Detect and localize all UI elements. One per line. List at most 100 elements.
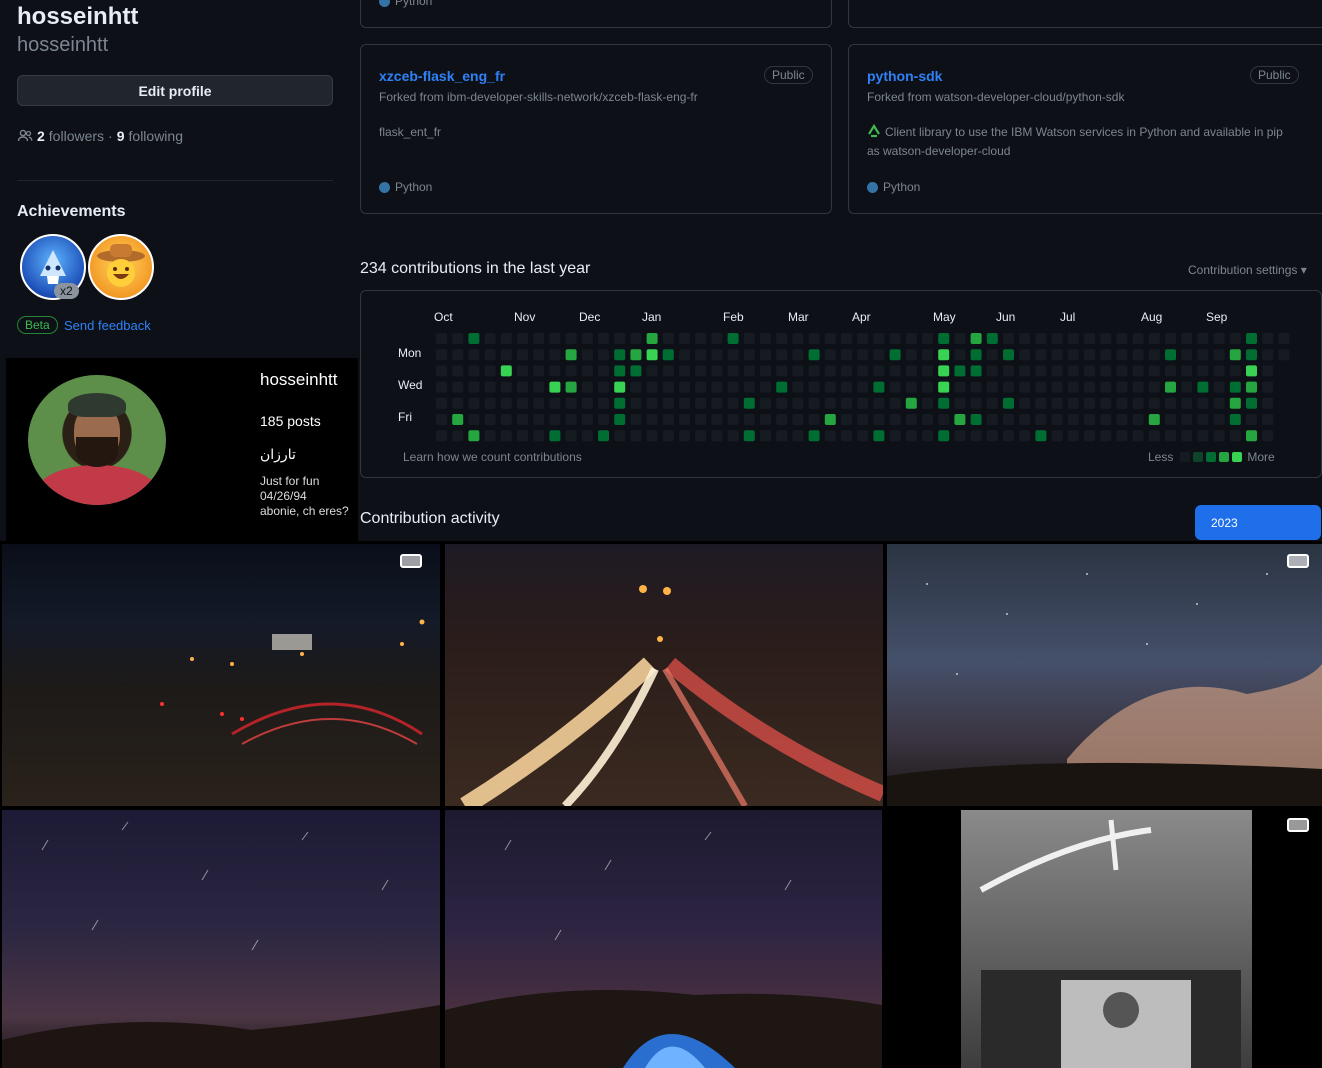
contribution-cell[interactable]: [760, 365, 771, 377]
contribution-cell[interactable]: [889, 414, 901, 425]
contribution-cell[interactable]: [1116, 414, 1128, 425]
contribution-cell[interactable]: [776, 349, 788, 361]
contribution-cell[interactable]: [1262, 333, 1274, 344]
contribution-cell[interactable]: [1262, 430, 1274, 442]
contribution-cell[interactable]: [581, 349, 593, 361]
contribution-cell[interactable]: [565, 397, 577, 409]
photo-star-trails[interactable]: [2, 810, 440, 1068]
contribution-cell[interactable]: [1213, 397, 1225, 409]
contribution-cell[interactable]: [1229, 397, 1241, 409]
contribution-cell[interactable]: [938, 414, 950, 425]
contribution-cell[interactable]: [1019, 365, 1031, 377]
contribution-cell[interactable]: [922, 430, 933, 442]
contribution-cell[interactable]: [1148, 414, 1160, 425]
contribution-cell[interactable]: [1213, 381, 1225, 393]
contribution-cell[interactable]: [581, 430, 593, 442]
contribution-cell[interactable]: [905, 430, 917, 442]
contribution-cell[interactable]: [1181, 414, 1193, 425]
contribution-cell[interactable]: [679, 349, 690, 361]
contribution-cell[interactable]: [743, 333, 755, 344]
contribution-cell[interactable]: [1197, 414, 1209, 425]
contribution-cell[interactable]: [452, 414, 464, 425]
contribution-cell[interactable]: [1019, 414, 1031, 425]
contribution-cell[interactable]: [743, 430, 755, 442]
contribution-cell[interactable]: [824, 381, 836, 393]
contribution-cell[interactable]: [1181, 349, 1193, 361]
contribution-cell[interactable]: [986, 333, 998, 344]
contribution-cell[interactable]: [1262, 414, 1274, 425]
contribution-cell[interactable]: [549, 349, 561, 361]
contribution-cell[interactable]: [954, 430, 966, 442]
contribution-cell[interactable]: [970, 430, 982, 442]
contribution-cell[interactable]: [1148, 381, 1160, 393]
contribution-cell[interactable]: [1100, 333, 1112, 344]
contribution-cell[interactable]: [1246, 430, 1257, 442]
contribution-cell[interactable]: [695, 333, 707, 344]
contribution-cell[interactable]: [760, 333, 771, 344]
contribution-cell[interactable]: [646, 397, 658, 409]
contribution-cell[interactable]: [1084, 430, 1095, 442]
contribution-cell[interactable]: [614, 414, 626, 425]
contribution-cell[interactable]: [436, 430, 447, 442]
contribution-cell[interactable]: [1084, 397, 1095, 409]
contribution-cell[interactable]: [1148, 397, 1160, 409]
contribution-cell[interactable]: [1197, 365, 1209, 377]
contribution-cell[interactable]: [986, 397, 998, 409]
contribution-cell[interactable]: [824, 333, 836, 344]
contribution-cell[interactable]: [1051, 397, 1063, 409]
contribution-cell[interactable]: [873, 430, 885, 442]
contribution-cell[interactable]: [533, 349, 545, 361]
contribution-cell[interactable]: [565, 430, 577, 442]
contribution-cell[interactable]: [662, 381, 674, 393]
contribution-cell[interactable]: [517, 381, 528, 393]
contribution-cell[interactable]: [436, 381, 447, 393]
contribution-cell[interactable]: [727, 381, 739, 393]
contribution-cell[interactable]: [468, 381, 480, 393]
year-2023-button[interactable]: 2023: [1195, 505, 1321, 540]
contribution-cell[interactable]: [468, 397, 480, 409]
contribution-cell[interactable]: [970, 349, 982, 361]
contribution-cell[interactable]: [792, 333, 804, 344]
contribution-cell[interactable]: [679, 365, 690, 377]
contribution-cell[interactable]: [922, 397, 933, 409]
contribution-cell[interactable]: [1003, 349, 1014, 361]
contribution-cell[interactable]: [500, 365, 512, 377]
contribution-cell[interactable]: [808, 430, 820, 442]
contribution-cell[interactable]: [662, 365, 674, 377]
contribution-cell[interactable]: [841, 414, 852, 425]
contribution-cell[interactable]: [1067, 430, 1079, 442]
contribution-cell[interactable]: [970, 333, 982, 344]
contribution-cell[interactable]: [630, 365, 642, 377]
contribution-cell[interactable]: [1165, 365, 1176, 377]
contribution-cell[interactable]: [1035, 381, 1047, 393]
contribution-cell[interactable]: [565, 349, 577, 361]
contribution-cell[interactable]: [743, 397, 755, 409]
contribution-cell[interactable]: [1229, 349, 1241, 361]
contribution-cell[interactable]: [614, 381, 626, 393]
contribution-cell[interactable]: [1213, 414, 1225, 425]
contribution-cell[interactable]: [1213, 333, 1225, 344]
contribution-cell[interactable]: [1229, 414, 1241, 425]
contribution-cell[interactable]: [1019, 349, 1031, 361]
contribution-cell[interactable]: [792, 381, 804, 393]
contribution-cell[interactable]: [1246, 414, 1257, 425]
contribution-cell[interactable]: [533, 381, 545, 393]
contribution-cell[interactable]: [500, 430, 512, 442]
contribution-cell[interactable]: [468, 430, 480, 442]
contribution-cell[interactable]: [1246, 349, 1257, 361]
contribution-cell[interactable]: [565, 381, 577, 393]
contribution-cell[interactable]: [695, 430, 707, 442]
contribution-cell[interactable]: [808, 365, 820, 377]
contribution-cell[interactable]: [1067, 333, 1079, 344]
contribution-cell[interactable]: [500, 414, 512, 425]
contribution-cell[interactable]: [630, 381, 642, 393]
contribution-cell[interactable]: [824, 349, 836, 361]
contribution-cell[interactable]: [662, 430, 674, 442]
contribution-cell[interactable]: [500, 397, 512, 409]
contribution-cell[interactable]: [1051, 349, 1063, 361]
contribution-cell[interactable]: [1262, 365, 1274, 377]
contribution-cell[interactable]: [1084, 333, 1095, 344]
contribution-cell[interactable]: [857, 349, 869, 361]
contribution-cell[interactable]: [630, 333, 642, 344]
contribution-cell[interactable]: [1084, 414, 1095, 425]
